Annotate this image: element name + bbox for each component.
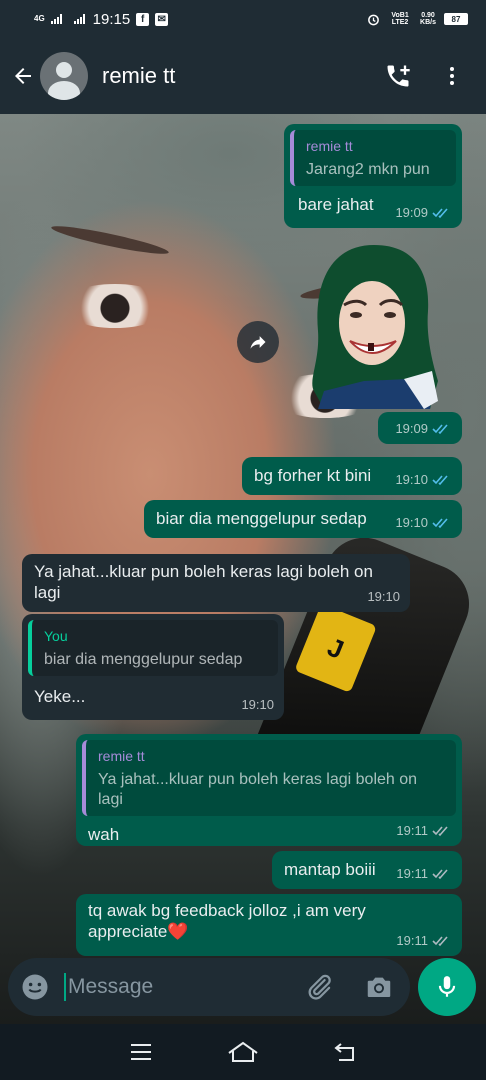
message-meta: 19:11: [396, 863, 452, 884]
mic-icon: [438, 976, 456, 997]
menu-icon[interactable]: [125, 1036, 157, 1068]
message-time: 19:11: [396, 933, 428, 948]
message-meta: 19:10: [367, 586, 400, 607]
back-icon[interactable]: [329, 1036, 361, 1068]
volte-indicator: VoB1 LTE2: [391, 12, 409, 26]
sent-ticks-icon: [432, 825, 448, 836]
quote-text: Ya jahat...kluar pun boleh keras lagi bo…: [98, 771, 418, 808]
signal-2-icon: [73, 14, 85, 24]
status-bar: 4G 19:15 f ✉ VoB1 LTE2 0.90 KB/s 87: [0, 0, 486, 38]
message-bubble[interactable]: biar dia menggelupur sedap 19:10: [144, 500, 462, 538]
mic-button[interactable]: [418, 958, 476, 1016]
read-ticks-icon: [432, 474, 448, 485]
battery-icon: 87: [444, 13, 468, 25]
message-input[interactable]: Message: [64, 973, 153, 1001]
avatar[interactable]: [40, 52, 88, 100]
message-time: 19:11: [396, 823, 428, 838]
message-text: mantap boiii: [284, 860, 376, 879]
sent-ticks-icon: [432, 868, 448, 879]
signal-icon: [50, 14, 62, 24]
message-meta: 19:11: [396, 930, 452, 951]
message-meta: 19:10: [395, 512, 452, 533]
emoji-icon[interactable]: [20, 972, 50, 1002]
message-bubble[interactable]: 19:09: [378, 412, 462, 444]
message-bubble[interactable]: remie tt Jarang2 mkn pun bare jahat 19:0…: [284, 124, 462, 228]
message-text: bg forher kt bini: [254, 466, 372, 485]
message-text: tq awak bg feedback jolloz ,i am very ap…: [88, 901, 366, 941]
message-bubble[interactable]: bg forher kt bini 19:10: [242, 457, 462, 495]
chat-header: remie tt: [0, 38, 486, 114]
more-vert-icon[interactable]: [440, 64, 464, 88]
message-bubble[interactable]: Ya jahat...kluar pun boleh keras lagi bo…: [22, 554, 410, 612]
message-meta: 19:10: [241, 694, 274, 715]
forward-icon[interactable]: [237, 321, 279, 363]
system-nav-bar: [0, 1024, 486, 1080]
home-icon[interactable]: [227, 1036, 259, 1068]
composer: Message: [0, 952, 486, 1024]
message-time: 19:09: [395, 205, 428, 220]
message-bubble[interactable]: remie tt Ya jahat...kluar pun boleh kera…: [76, 734, 462, 846]
message-text: biar dia menggelupur sedap: [156, 509, 367, 528]
quote-text: biar dia menggelupur sedap: [44, 651, 243, 668]
sticker-image[interactable]: [304, 241, 444, 409]
read-ticks-icon: [432, 517, 448, 528]
network-type: 4G: [34, 14, 45, 23]
clock: 19:15: [92, 10, 131, 28]
quote-author: remie tt: [98, 748, 145, 764]
message-bubble[interactable]: mantap boiii 19:11: [272, 851, 462, 889]
bottle-label: J: [294, 603, 377, 693]
message-text: Ya jahat...kluar pun boleh keras lagi bo…: [34, 562, 373, 602]
message-time: 19:10: [395, 515, 428, 530]
message-time: 19:09: [395, 421, 428, 436]
message-bubble[interactable]: tq awak bg feedback jolloz ,i am very ap…: [76, 894, 462, 956]
message-meta: 19:11: [396, 820, 452, 841]
add-call-icon[interactable]: [384, 62, 412, 90]
message-time: 19:11: [396, 866, 428, 881]
read-ticks-icon: [432, 207, 448, 218]
attach-icon[interactable]: [304, 972, 334, 1002]
quote-author: remie tt: [306, 138, 353, 154]
message-time: 19:10: [395, 472, 428, 487]
sent-ticks-icon: [432, 935, 448, 946]
quoted-message[interactable]: remie tt Ya jahat...kluar pun boleh kera…: [82, 740, 456, 816]
alarm-icon: [368, 14, 379, 25]
wallpaper-brow-left: [50, 221, 170, 259]
network-speed: 0.90 KB/s: [420, 12, 436, 26]
wallpaper-eye-left: [60, 284, 170, 328]
message-meta: 19:09: [395, 418, 452, 439]
quote-text: Jarang2 mkn pun: [306, 161, 430, 178]
message-time: 19:10: [241, 697, 274, 712]
contact-name[interactable]: remie tt: [102, 63, 175, 89]
quoted-message[interactable]: remie tt Jarang2 mkn pun: [290, 130, 456, 186]
facebook-icon: f: [136, 12, 150, 26]
mail-icon: ✉: [155, 12, 169, 26]
message-time: 19:10: [367, 589, 400, 604]
camera-icon[interactable]: [364, 972, 394, 1002]
message-meta: 19:10: [395, 469, 452, 490]
message-meta: 19:09: [395, 202, 452, 223]
quote-author: You: [44, 628, 68, 644]
message-input-container[interactable]: Message: [8, 958, 410, 1016]
message-bubble[interactable]: You biar dia menggelupur sedap Yeke... 1…: [22, 614, 284, 720]
chat-area[interactable]: J remie tt Jarang2 mkn pun bare jahat 19…: [0, 114, 486, 1024]
read-ticks-icon: [432, 423, 448, 434]
quoted-message[interactable]: You biar dia menggelupur sedap: [28, 620, 278, 676]
back-arrow-icon[interactable]: [8, 61, 38, 91]
